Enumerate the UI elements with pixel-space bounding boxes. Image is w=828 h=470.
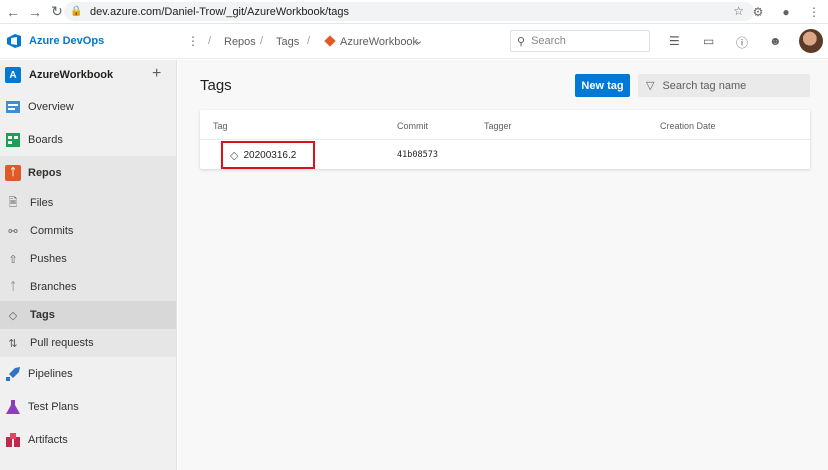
sidebar-item-pipelines[interactable]: Pipelines	[0, 357, 176, 390]
sidebar-item-tags[interactable]: ◇ Tags	[0, 301, 176, 329]
address-url: dev.azure.com/Daniel-Trow/_git/AzureWork…	[90, 5, 350, 18]
arrow-right-icon[interactable]: →	[24, 1, 46, 23]
tag-icon: ◇	[8, 309, 18, 322]
sidebar-item-files[interactable]: 🗎 Files	[0, 189, 176, 217]
top-header: Azure DevOps ⋮ / Repos / Tags / AzureWor…	[0, 24, 828, 59]
tag-icon: ◇	[230, 149, 239, 162]
artifacts-icon	[6, 432, 20, 447]
lock-icon: 🔒	[70, 6, 83, 17]
tag-name: 20200316.2	[243, 149, 297, 161]
sidebar-item-pushes[interactable]: ⇧ Pushes	[0, 245, 176, 273]
sidebar-item-test-plans[interactable]: Test Plans	[0, 390, 176, 423]
marketplace-icon[interactable]: ▭	[703, 34, 714, 48]
sidebar-item-label: Artifacts	[28, 433, 68, 446]
sidebar-item-label: Pipelines	[28, 367, 73, 380]
browser-actions: ⚙ ● ⋮	[744, 0, 828, 24]
address-bar[interactable]: 🔒 dev.azure.com/Daniel-Trow/_git/AzureWo…	[64, 2, 754, 21]
new-tag-button[interactable]: New tag	[575, 74, 630, 97]
column-header-tag[interactable]: Tag	[213, 121, 228, 131]
sidebar-item-label: Tags	[30, 309, 55, 321]
sidebar-item-label: Repos	[28, 166, 62, 179]
sidebar-item-label: Test Plans	[28, 400, 79, 413]
sidebar-item-label: Boards	[28, 133, 63, 146]
tag-filter-input[interactable]: ▽ Search tag name	[638, 74, 810, 97]
column-header-commit[interactable]: Commit	[397, 121, 428, 131]
boards-icon	[6, 132, 20, 147]
avatar[interactable]	[799, 29, 823, 53]
filter-placeholder: Search tag name	[662, 79, 747, 92]
sidebar-item-label: Files	[30, 197, 54, 209]
add-icon[interactable]: +	[152, 65, 161, 83]
sidebar-item-label: Overview	[28, 100, 74, 113]
arrow-left-icon[interactable]: ←	[2, 1, 24, 23]
repos-icon: ᛏ	[5, 164, 21, 181]
browser-menu-icon[interactable]: ⋮	[800, 5, 828, 19]
breadcrumb-repo[interactable]: AzureWorkbook	[340, 36, 418, 48]
sidebar-item-pull-requests[interactable]: ⇅ Pull requests	[0, 329, 176, 357]
azure-devops-logo[interactable]: Azure DevOps	[6, 33, 104, 49]
sidebar-item-repos[interactable]: ᛏ Repos	[0, 156, 176, 189]
sidebar-item-overview[interactable]: Overview	[0, 90, 176, 123]
product-name: Azure DevOps	[29, 35, 105, 47]
extension-icon[interactable]: ⚙	[744, 5, 772, 19]
breadcrumb-separator: /	[208, 35, 212, 47]
azure-devops-logo-icon	[7, 34, 21, 48]
sidebar-item-label: Branches	[30, 281, 77, 293]
page-title: Tags	[200, 77, 232, 94]
breadcrumb-repos[interactable]: Repos	[224, 36, 256, 48]
column-header-creation-date[interactable]: Creation Date	[660, 121, 716, 131]
profile-icon[interactable]: ●	[772, 5, 800, 19]
pipelines-icon	[6, 366, 20, 381]
files-icon: 🗎	[8, 196, 18, 209]
sidebar-item-label: Pushes	[30, 253, 67, 265]
sidebar-item-artifacts[interactable]: Artifacts	[0, 423, 176, 456]
user-settings-icon[interactable]: ☻	[769, 34, 782, 48]
sidebar: A AzureWorkbook + Overview Boards ᛏ Repo…	[0, 60, 177, 470]
branches-icon: ᛏ	[9, 281, 17, 293]
star-icon[interactable]: ☆	[733, 4, 744, 18]
sidebar-item-label: Commits	[30, 225, 74, 237]
overview-icon	[6, 100, 20, 113]
filter-icon: ▽	[646, 80, 655, 92]
project-name: AzureWorkbook	[29, 69, 114, 81]
main-content: Tags New tag ▽ Search tag name Tag Commi…	[178, 60, 828, 470]
browser-toolbar: ← → ↻ 🔒 dev.azure.com/Daniel-Trow/_git/A…	[0, 0, 828, 24]
pull-request-icon: ⇅	[8, 337, 18, 350]
tags-table: Tag Commit Tagger Creation Date ◇ 202003…	[200, 110, 810, 169]
git-repo-icon	[324, 35, 336, 47]
list-settings-icon[interactable]: ☰	[669, 34, 680, 48]
tag-cell-highlighted[interactable]: ◇ 20200316.2	[221, 141, 315, 169]
chevron-down-icon[interactable]: ⌄	[414, 34, 423, 47]
sidebar-item-branches[interactable]: ᛏ Branches	[0, 273, 176, 301]
sidebar-item-commits[interactable]: ⚯ Commits	[0, 217, 176, 245]
commits-icon: ⚯	[8, 225, 18, 238]
sidebar-item-boards[interactable]: Boards	[0, 123, 176, 156]
breadcrumb-separator: /	[260, 35, 264, 47]
breadcrumb-separator: /	[307, 35, 311, 47]
test-plans-icon	[6, 399, 20, 414]
commit-id[interactable]: 41b08573	[397, 150, 438, 160]
search-placeholder: Search	[531, 35, 566, 47]
project-header[interactable]: A AzureWorkbook	[0, 60, 176, 90]
search-icon: ⚲	[517, 35, 526, 48]
sidebar-item-label: Pull requests	[30, 337, 94, 349]
column-header-tagger[interactable]: Tagger	[484, 121, 512, 131]
pushes-icon: ⇧	[8, 253, 18, 266]
search-input[interactable]: ⚲ Search	[510, 30, 650, 52]
help-icon[interactable]: ⓘ	[736, 34, 748, 51]
more-icon[interactable]: ⋮	[187, 34, 199, 48]
project-badge: A	[5, 67, 21, 83]
table-row[interactable]: ◇ 20200316.2 41b08573	[200, 139, 810, 169]
breadcrumb-tags[interactable]: Tags	[276, 36, 299, 48]
